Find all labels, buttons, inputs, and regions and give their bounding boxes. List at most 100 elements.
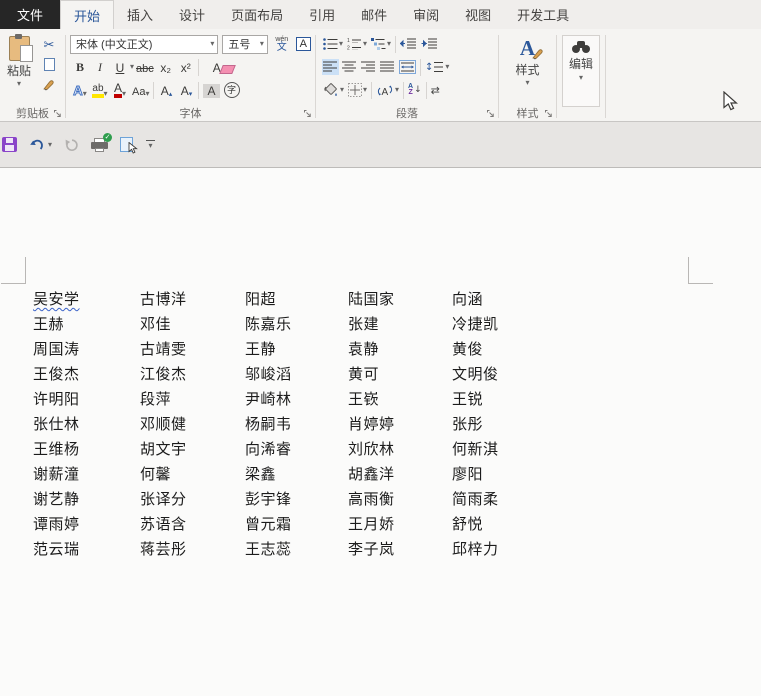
name-cell[interactable]: 高雨衡 xyxy=(348,487,452,512)
name-cell[interactable]: 谢薪潼 xyxy=(33,462,140,487)
paragraph-dialog-launcher[interactable] xyxy=(486,109,496,119)
save-button[interactable] xyxy=(6,137,17,152)
quick-print-button[interactable]: ✓ xyxy=(91,137,108,152)
font-dialog-launcher[interactable] xyxy=(303,109,313,119)
name-cell[interactable]: 肖婷婷 xyxy=(348,412,452,437)
superscript-button[interactable]: x² xyxy=(178,58,194,76)
font-name-combobox[interactable]: 宋体 (中文正文) ▾ xyxy=(70,35,218,54)
name-cell[interactable]: 王静 xyxy=(245,337,348,362)
name-cell[interactable]: 尹崎林 xyxy=(245,387,348,412)
tab-page-layout[interactable]: 页面布局 xyxy=(218,0,296,29)
enclose-characters-button[interactable]: 字 xyxy=(224,81,240,99)
align-left-button[interactable] xyxy=(322,59,339,75)
align-right-button[interactable] xyxy=(360,59,377,75)
font-size-combobox[interactable]: 五号 ▾ xyxy=(222,35,268,54)
borders-button[interactable]: ▾ xyxy=(347,81,368,99)
name-cell[interactable]: 简雨柔 xyxy=(452,487,499,512)
name-cell[interactable]: 刘欣林 xyxy=(348,437,452,462)
tab-design[interactable]: 设计 xyxy=(166,0,218,29)
name-cell[interactable]: 张仕林 xyxy=(33,412,140,437)
name-cell[interactable]: 范云瑞 xyxy=(33,537,140,562)
text-effects-button[interactable]: A▾ xyxy=(72,81,88,99)
name-cell[interactable]: 张译分 xyxy=(140,487,245,512)
tab-view[interactable]: 视图 xyxy=(452,0,504,29)
name-cell[interactable]: 杨嗣韦 xyxy=(245,412,348,437)
name-cell[interactable]: 谢艺静 xyxy=(33,487,140,512)
clipboard-dialog-launcher[interactable] xyxy=(53,109,63,119)
name-cell[interactable]: 邓佳 xyxy=(140,312,245,337)
name-cell[interactable]: 王志蕊 xyxy=(245,537,348,562)
font-color-button[interactable]: A▾ xyxy=(112,81,128,99)
name-cell[interactable]: 周国涛 xyxy=(33,337,140,362)
name-cell[interactable]: 邬峻滔 xyxy=(245,362,348,387)
cut-button[interactable]: ✂ xyxy=(40,37,58,54)
chevron-down-icon[interactable]: ▾ xyxy=(130,63,134,71)
bullets-button[interactable]: ▾ xyxy=(322,36,344,52)
format-painter-button[interactable] xyxy=(40,75,58,92)
name-cell[interactable]: 舒悦 xyxy=(452,512,483,537)
sort-button[interactable]: A Z ↓ xyxy=(407,82,423,98)
grow-font-button[interactable]: A▴ xyxy=(158,81,174,99)
name-cell[interactable]: 江俊杰 xyxy=(140,362,245,387)
name-cell[interactable]: 廖阳 xyxy=(452,462,483,487)
tab-references[interactable]: 引用 xyxy=(296,0,348,29)
bold-button[interactable]: B xyxy=(72,58,88,76)
name-cell[interactable]: 陆国家 xyxy=(348,287,452,312)
name-cell[interactable]: 蒋芸彤 xyxy=(140,537,245,562)
name-cell[interactable]: 邓顺健 xyxy=(140,412,245,437)
select-objects-button[interactable] xyxy=(120,137,133,152)
tab-developer[interactable]: 开发工具 xyxy=(504,0,582,29)
show-hide-marks-button[interactable]: ⇄ xyxy=(430,82,441,99)
name-cell[interactable]: 王嵚 xyxy=(348,387,452,412)
name-cell[interactable]: 苏语含 xyxy=(140,512,245,537)
customize-qat-button[interactable]: ▾ xyxy=(145,140,156,150)
multilevel-list-button[interactable]: ▾ xyxy=(370,36,392,52)
name-cell[interactable]: 何新淇 xyxy=(452,437,499,462)
name-cell[interactable]: 梁鑫 xyxy=(245,462,348,487)
name-cell[interactable]: 胡文宇 xyxy=(140,437,245,462)
name-cell[interactable]: 王赫 xyxy=(33,312,140,337)
name-cell[interactable]: 阳超 xyxy=(245,287,348,312)
name-cell[interactable]: 张彤 xyxy=(452,412,483,437)
name-cell[interactable]: 段萍 xyxy=(140,387,245,412)
undo-button[interactable]: ▾ xyxy=(29,138,52,152)
highlight-color-button[interactable]: ab▾ xyxy=(92,81,108,99)
document-page[interactable]: 吴安学古博洋阳超陆国家向涵王赫邓佳陈嘉乐张建冷捷凯周国涛古靖雯王静袁静黄俊王俊杰… xyxy=(0,169,761,696)
increase-indent-button[interactable] xyxy=(420,36,439,52)
name-cell[interactable]: 袁静 xyxy=(348,337,452,362)
clear-formatting-button[interactable]: A xyxy=(209,58,225,76)
styles-dialog-launcher[interactable] xyxy=(544,109,554,119)
editing-button[interactable]: 编辑 ▾ xyxy=(562,35,600,107)
paste-button[interactable]: 粘贴 ▾ xyxy=(1,32,37,105)
name-cell[interactable]: 古博洋 xyxy=(140,287,245,312)
name-cell[interactable]: 谭雨婷 xyxy=(33,512,140,537)
styles-button[interactable]: A 样式 ▾ xyxy=(500,32,555,105)
character-border-button[interactable]: A xyxy=(296,37,311,51)
name-cell[interactable]: 王月娇 xyxy=(348,512,452,537)
name-cell[interactable]: 李子岚 xyxy=(348,537,452,562)
name-cell[interactable]: 王俊杰 xyxy=(33,362,140,387)
tab-home[interactable]: 开始 xyxy=(60,0,114,29)
underline-button[interactable]: U xyxy=(112,58,128,76)
name-cell[interactable]: 何馨 xyxy=(140,462,245,487)
tab-mailings[interactable]: 邮件 xyxy=(348,0,400,29)
name-cell[interactable]: 吴安学 xyxy=(33,287,140,312)
name-cell[interactable]: 曾元霜 xyxy=(245,512,348,537)
name-cell[interactable]: 陈嘉乐 xyxy=(245,312,348,337)
name-cell[interactable]: 王维杨 xyxy=(33,437,140,462)
name-cell[interactable]: 邱梓力 xyxy=(452,537,499,562)
character-shading-button[interactable]: A xyxy=(203,81,219,99)
phonetic-guide-button[interactable]: wén 文 xyxy=(272,36,292,53)
name-cell[interactable]: 黄可 xyxy=(348,362,452,387)
numbering-button[interactable]: 12 ▾ xyxy=(346,36,368,52)
name-cell[interactable]: 黄俊 xyxy=(452,337,483,362)
change-case-button[interactable]: Aa▾ xyxy=(132,81,149,99)
shading-button[interactable]: ▾ xyxy=(322,81,345,99)
name-cell[interactable]: 彭宇锋 xyxy=(245,487,348,512)
chevron-down-icon[interactable]: ▾ xyxy=(48,141,52,149)
tab-insert[interactable]: 插入 xyxy=(114,0,166,29)
shrink-font-button[interactable]: A▾ xyxy=(178,81,194,99)
name-cell[interactable]: 王锐 xyxy=(452,387,483,412)
tab-review[interactable]: 审阅 xyxy=(400,0,452,29)
subscript-button[interactable]: x₂ xyxy=(158,58,174,76)
